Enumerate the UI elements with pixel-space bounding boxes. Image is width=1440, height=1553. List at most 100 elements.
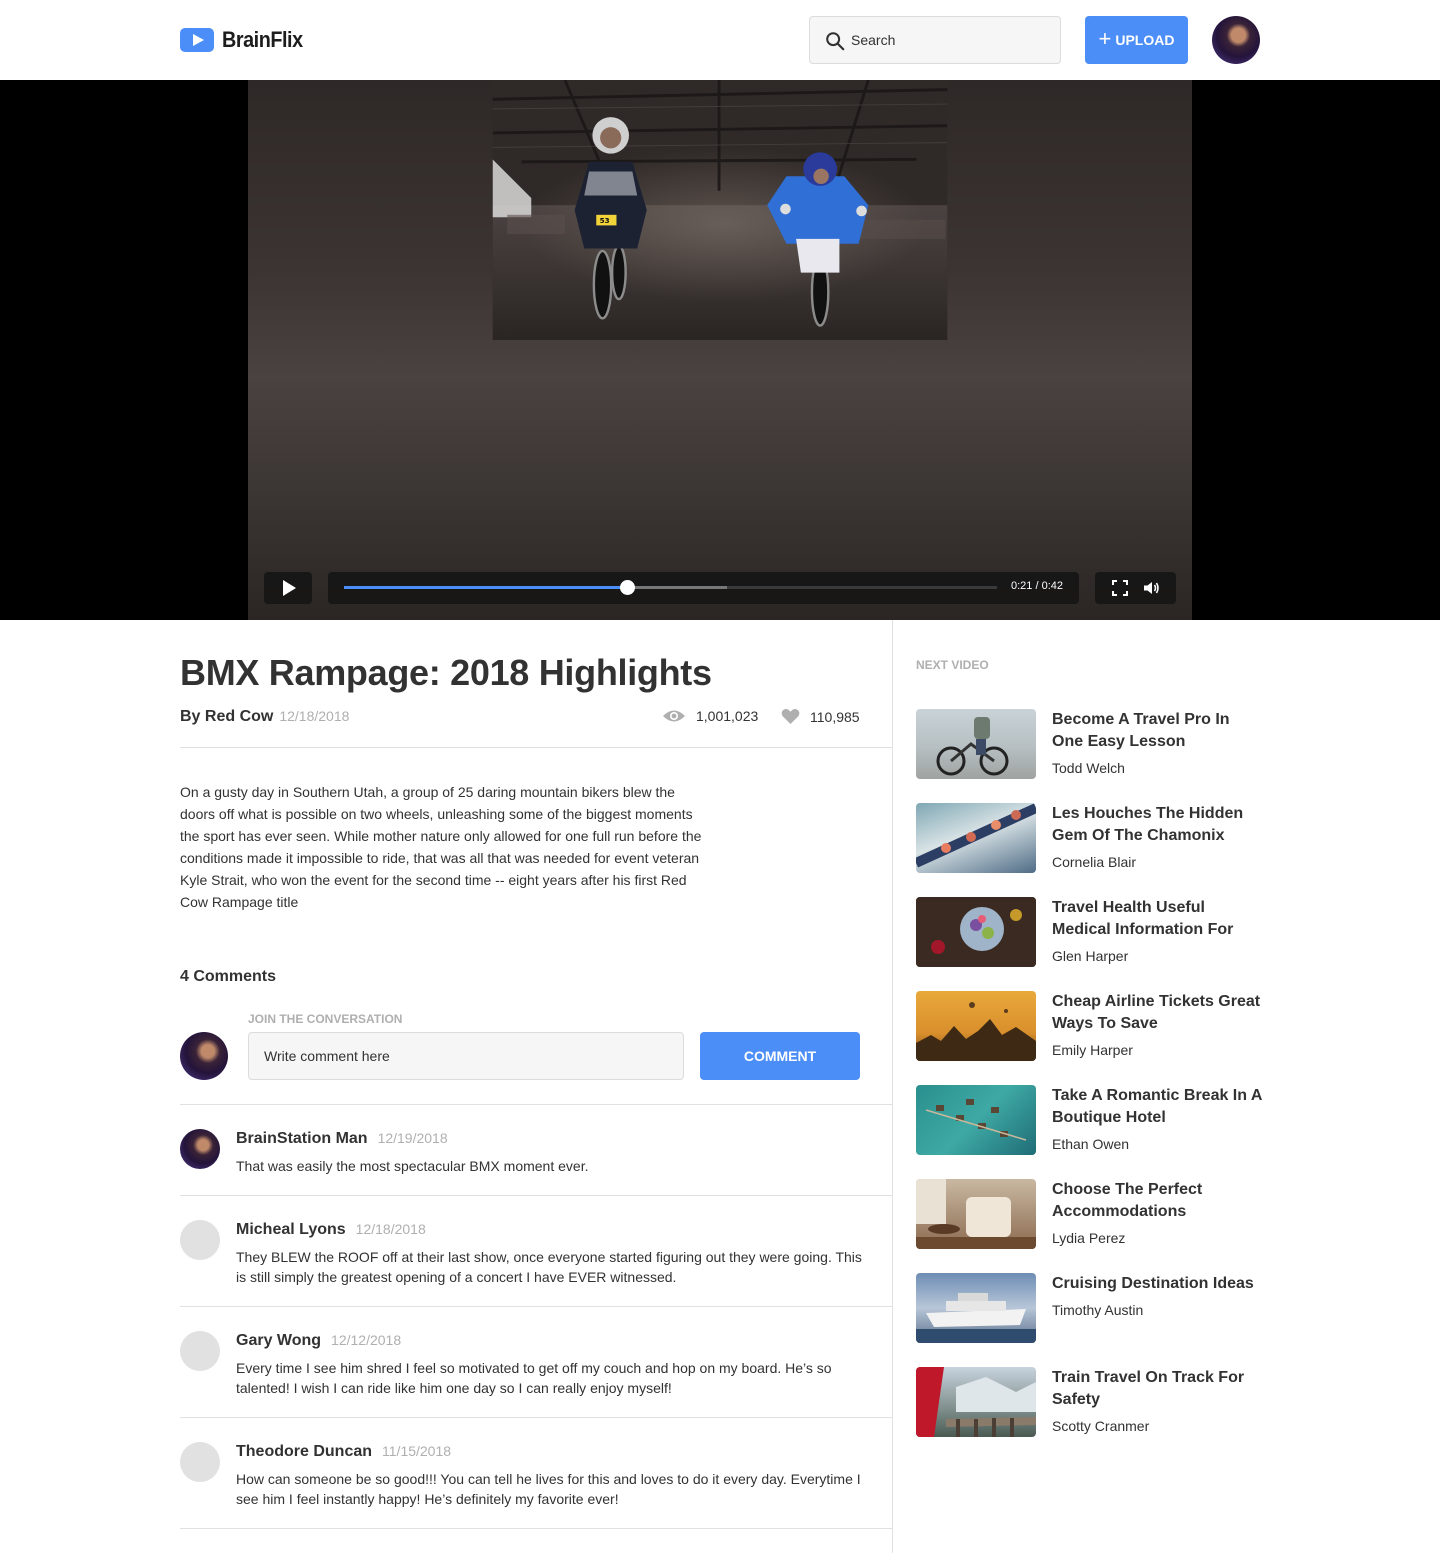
next-video-item[interactable]: Train Travel On Track For Safety Scotty … (916, 1367, 1261, 1437)
details-divider (180, 747, 893, 748)
column-divider (892, 620, 893, 1553)
next-video-item[interactable]: Les Houches The Hidden Gem Of The Chamon… (916, 803, 1261, 873)
next-video-title[interactable]: Choose The Perfect Accommodations (1052, 1179, 1264, 1223)
scrubber-track[interactable] (344, 580, 997, 595)
progress-bar[interactable]: 0:21 / 0:42 (328, 572, 1079, 604)
video-description: On a gusty day in Southern Utah, a group… (180, 784, 702, 910)
commenter-name: Theodore Duncan (236, 1443, 373, 1460)
play-button[interactable] (264, 572, 312, 604)
video-thumbnail[interactable] (916, 1273, 1036, 1343)
fullscreen-icon[interactable] (1112, 580, 1128, 596)
comment-date: 12/12/2018 (331, 1332, 402, 1348)
comment-button[interactable]: COMMENT (700, 1032, 860, 1080)
current-user-avatar (180, 1032, 228, 1080)
next-video-item[interactable]: Take A Romantic Break In A Boutique Hote… (916, 1085, 1264, 1155)
commenter-name: Micheal Lyons (236, 1221, 346, 1238)
eye-icon (663, 710, 685, 722)
next-video-title[interactable]: Take A Romantic Break In A Boutique Hote… (1052, 1085, 1264, 1129)
next-video-item[interactable]: Cruising Destination Ideas Timothy Austi… (916, 1273, 1261, 1343)
commenter-avatar (180, 1129, 220, 1169)
next-video-title[interactable]: Les Houches The Hidden Gem Of The Chamon… (1052, 803, 1264, 847)
next-video-channel: Scotty Cranmer (1052, 1418, 1150, 1434)
comment-text: How can someone be so good!!! You can te… (236, 1471, 861, 1507)
player-right-controls (1095, 572, 1176, 604)
search-box[interactable] (809, 16, 1061, 64)
video-poster[interactable]: 53 (248, 80, 1192, 620)
comment-date: 12/19/2018 (377, 1130, 448, 1146)
video-thumbnail[interactable] (916, 897, 1036, 967)
comment-text: That was easily the most spectacular BMX… (236, 1158, 589, 1174)
next-video-channel: Glen Harper (1052, 948, 1129, 964)
progress-fill (344, 586, 628, 589)
next-video-item[interactable]: Choose The Perfect Accommodations Lydia … (916, 1179, 1261, 1249)
logo-text: BrainFlix (222, 27, 303, 52)
video-thumbnail[interactable] (916, 1085, 1036, 1155)
views-stat: 1,001,023 (662, 708, 758, 724)
comments-count: 4 Comments (180, 968, 277, 985)
time-display: 0:21 / 0:42 (1011, 580, 1063, 592)
views-count: 1,001,023 (696, 708, 759, 724)
site-header: BrainFlix + UPLOAD (0, 0, 1440, 80)
next-video-title[interactable]: Cheap Airline Tickets Great Ways To Save (1052, 991, 1264, 1035)
next-video-label: NEXT VIDEO (916, 658, 989, 672)
video-date: 12/18/2018 (279, 708, 350, 724)
next-video-channel: Emily Harper (1052, 1042, 1133, 1058)
volume-icon[interactable] (1142, 579, 1160, 597)
likes-count: 110,985 (810, 708, 860, 725)
next-video-channel: Todd Welch (1052, 760, 1125, 776)
comment-divider (180, 1528, 893, 1529)
comment-header: Theodore Duncan 11/15/2018 (236, 1443, 451, 1461)
video-thumbnail[interactable] (916, 803, 1036, 873)
plus-icon: + (1098, 26, 1112, 51)
video-thumbnail[interactable] (916, 709, 1036, 779)
user-avatar[interactable] (1212, 16, 1260, 64)
next-video-item[interactable]: Become A Travel Pro In One Easy Lesson T… (916, 709, 1261, 779)
commenter-avatar (180, 1220, 220, 1260)
upload-button[interactable]: + UPLOAD (1085, 16, 1188, 64)
video-thumbnail[interactable] (916, 991, 1036, 1061)
comment-date: 12/18/2018 (355, 1221, 426, 1237)
comment-divider (180, 1417, 893, 1418)
comment-header: BrainStation Man 12/19/2018 (236, 1130, 448, 1148)
next-video-channel: Cornelia Blair (1052, 854, 1137, 870)
next-video-title[interactable]: Cruising Destination Ideas (1052, 1273, 1264, 1295)
video-scene: 53 (492, 80, 948, 340)
comment-text: They BLEW the ROOF off at their last sho… (236, 1249, 862, 1285)
next-video-title[interactable]: Become A Travel Pro In One Easy Lesson (1052, 709, 1264, 753)
comment-text: Every time I see him shred I feel so mot… (236, 1360, 832, 1396)
channel-name[interactable]: By Red Cow (180, 708, 273, 725)
video-thumbnail[interactable] (916, 1179, 1036, 1249)
brainflix-logo[interactable]: BrainFlix (180, 27, 312, 53)
search-icon (826, 32, 845, 51)
video-thumbnail[interactable] (916, 1367, 1036, 1437)
comment-header: Micheal Lyons 12/18/2018 (236, 1221, 426, 1239)
comment-divider (180, 1195, 893, 1196)
commenter-avatar (180, 1442, 220, 1482)
commenter-avatar (180, 1331, 220, 1371)
search-input[interactable] (851, 17, 1051, 63)
video-player: 53 0:21 / 0:42 (0, 80, 1440, 620)
next-video-channel: Lydia Perez (1052, 1230, 1126, 1246)
svg-text:53: 53 (600, 216, 610, 225)
next-video-channel: Ethan Owen (1052, 1136, 1130, 1152)
join-conversation-label: JOIN THE CONVERSATION (248, 1012, 403, 1026)
comment-date: 11/15/2018 (382, 1443, 452, 1459)
next-video-item[interactable]: Cheap Airline Tickets Great Ways To Save… (916, 991, 1261, 1061)
video-byline: By Red Cow 12/18/2018 (180, 708, 349, 726)
comment-divider (180, 1306, 893, 1307)
commenter-name: Gary Wong (236, 1332, 322, 1349)
next-video-title[interactable]: Train Travel On Track For Safety (1052, 1367, 1264, 1411)
scrubber-handle[interactable] (620, 580, 636, 595)
commenter-name: BrainStation Man (236, 1130, 368, 1147)
next-video-channel: Timothy Austin (1052, 1302, 1144, 1318)
video-title: BMX Rampage: 2018 Highlights (180, 652, 712, 693)
heart-icon[interactable] (781, 708, 800, 725)
comment-header: Gary Wong 12/12/2018 (236, 1332, 401, 1350)
upload-label: UPLOAD (1115, 32, 1175, 48)
play-logo-icon (180, 28, 214, 52)
next-video-title[interactable]: Travel Health Useful Medical Information… (1052, 897, 1264, 941)
comment-input[interactable] (248, 1032, 684, 1080)
likes-stat[interactable]: 110,985 (781, 708, 860, 725)
comment-form-divider (180, 1104, 893, 1105)
next-video-item[interactable]: Travel Health Useful Medical Information… (916, 897, 1261, 967)
